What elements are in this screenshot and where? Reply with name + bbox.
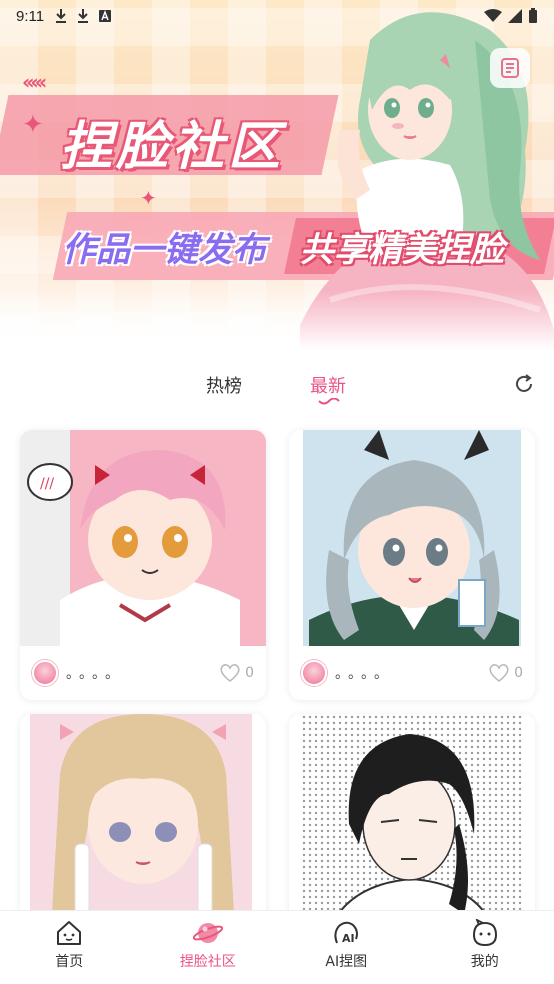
wifi-icon	[484, 9, 502, 22]
nav-profile[interactable]: 我的	[416, 911, 554, 984]
work-card[interactable]	[20, 714, 266, 930]
ai-icon: AI	[334, 921, 359, 945]
work-card[interactable]: /// 。。。。 0	[20, 430, 266, 700]
feed-tabs: 热榜 最新	[0, 358, 554, 414]
work-image-silver-hair-cat-girl	[289, 430, 535, 646]
avatar[interactable]	[301, 660, 327, 686]
tab-latest[interactable]: 最新	[310, 372, 346, 398]
work-card[interactable]	[289, 714, 535, 930]
work-image-black-hair-boy	[289, 714, 535, 930]
author-name: 。。。。	[66, 666, 125, 682]
like-button[interactable]: 0	[219, 663, 254, 683]
refresh-icon[interactable]	[512, 372, 536, 396]
chevrons-left-decoration: ‹‹‹‹‹	[22, 70, 47, 94]
document-icon	[501, 58, 519, 78]
active-tab-indicator	[318, 398, 340, 405]
nav-profile-label: 我的	[470, 954, 499, 970]
battery-icon	[529, 8, 537, 23]
author-name: 。。。。	[335, 666, 394, 682]
signal-icon	[508, 9, 522, 23]
profile-icon	[472, 919, 497, 947]
banner-fade	[0, 290, 554, 350]
nav-ai-generate[interactable]: AI AI捏图	[277, 911, 416, 984]
download-icon	[56, 9, 67, 23]
a-box-icon	[99, 10, 112, 22]
nav-home[interactable]: 首页	[0, 911, 139, 984]
work-card-footer: 。。。。 0	[289, 646, 535, 700]
heart-icon	[489, 664, 509, 683]
heart-icon	[220, 664, 240, 683]
work-image-pink-hair-girl: ///	[20, 430, 266, 646]
work-image-blonde-bow-girl	[20, 714, 266, 930]
sparkle-icon: ✦	[22, 110, 44, 140]
status-time: 9:11	[16, 7, 45, 25]
tab-hot[interactable]: 热榜	[206, 372, 242, 398]
work-card[interactable]: 。。。。 0	[289, 430, 535, 700]
like-count: 0	[514, 665, 523, 681]
download-icon	[78, 9, 89, 23]
status-bar: 9:11	[0, 0, 554, 32]
work-card-footer: 。。。。 0	[20, 646, 266, 700]
nav-community-label: 捏脸社区	[179, 954, 236, 970]
nav-home-label: 首页	[55, 954, 84, 970]
banner-subtitle-left: 作品一键发布	[62, 230, 266, 270]
svg-text:AI: AI	[342, 932, 355, 945]
avatar[interactable]	[32, 660, 58, 686]
bottom-navigation: 首页 捏脸社区 AI AI捏图 我的	[0, 910, 554, 984]
like-button[interactable]: 0	[488, 663, 523, 683]
document-button[interactable]	[490, 48, 530, 88]
community-banner[interactable]: ‹‹‹‹‹ ››››› ✦ ✦ 捏脸社区 作品一键发布 共享精美捏脸	[0, 0, 554, 350]
planet-icon	[192, 923, 223, 943]
svg-text:///: ///	[40, 476, 54, 492]
banner-subtitle-right: 共享精美捏脸	[300, 230, 504, 270]
sparkle-icon: ✦	[140, 186, 157, 210]
nav-community[interactable]: 捏脸社区	[139, 911, 278, 984]
like-count: 0	[245, 665, 254, 681]
nav-ai-generate-label: AI捏图	[325, 954, 368, 970]
home-icon	[57, 921, 82, 945]
banner-title: 捏脸社区	[60, 117, 285, 177]
